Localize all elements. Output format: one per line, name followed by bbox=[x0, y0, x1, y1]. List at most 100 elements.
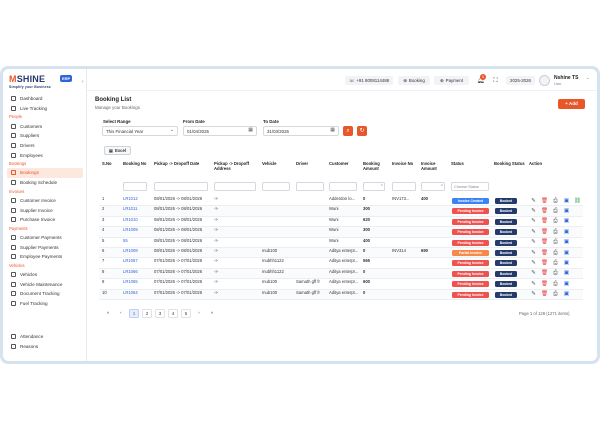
document-icon[interactable]: ▣ bbox=[563, 260, 570, 267]
column-filter-input[interactable] bbox=[296, 182, 324, 191]
sidebar-item-document-tracking[interactable]: Document Tracking bbox=[3, 289, 86, 299]
column-filter-input[interactable] bbox=[392, 182, 416, 191]
edit-icon[interactable]: ✎ bbox=[530, 218, 537, 225]
document-icon[interactable]: ▣ bbox=[563, 198, 570, 205]
edit-icon[interactable]: ✎ bbox=[530, 270, 537, 277]
print-icon[interactable]: ⎙ bbox=[552, 260, 559, 267]
sidebar-item-suppliers[interactable]: Suppliers bbox=[3, 131, 86, 141]
add-booking-button[interactable]: + Add bbox=[558, 99, 585, 109]
print-icon[interactable]: ⎙ bbox=[552, 198, 559, 205]
print-icon[interactable]: ⎙ bbox=[552, 270, 559, 277]
link-icon[interactable]: ⛓︎ bbox=[574, 198, 581, 205]
delete-icon[interactable]: 🗑︎ bbox=[541, 291, 548, 298]
brand-logo[interactable]: MSHINE ERP Simplify your Business bbox=[9, 74, 77, 90]
page-button-1[interactable]: 1 bbox=[129, 309, 139, 318]
to-date-input[interactable]: 31/03/2026 ▦ bbox=[263, 126, 339, 136]
delete-icon[interactable]: 🗑︎ bbox=[541, 281, 548, 288]
sidebar-item-live-tracking[interactable]: Live Tracking bbox=[3, 104, 86, 114]
edit-icon[interactable]: ✎ bbox=[530, 239, 537, 246]
prev-page-button[interactable]: ‹ bbox=[116, 309, 126, 318]
sidebar-item-reasons[interactable]: Reasons bbox=[3, 342, 86, 352]
page-button-3[interactable]: 3 bbox=[155, 309, 165, 318]
sidebar-item-vehicles[interactable]: Vehicles bbox=[3, 270, 86, 280]
column-filter-input[interactable] bbox=[123, 182, 147, 191]
user-menu-chevron-icon[interactable]: ⌄ bbox=[586, 75, 589, 80]
cell-booking-number[interactable]: LR1067 bbox=[123, 258, 151, 268]
print-icon[interactable]: ⎙ bbox=[552, 281, 559, 288]
cell-booking-number[interactable]: LR1012 bbox=[123, 196, 151, 206]
delete-icon[interactable]: 🗑︎ bbox=[541, 218, 548, 225]
sidebar-item-attendance[interactable]: Attendance bbox=[3, 332, 86, 342]
document-icon[interactable]: ▣ bbox=[563, 239, 570, 246]
last-page-button[interactable]: » bbox=[207, 309, 217, 318]
cell-booking-number[interactable]: LR1065 bbox=[123, 279, 151, 289]
column-filter-input[interactable] bbox=[214, 182, 256, 191]
edit-icon[interactable]: ✎ bbox=[530, 250, 537, 257]
search-button[interactable]: ⌕ bbox=[343, 126, 353, 136]
column-filter-input[interactable] bbox=[262, 182, 290, 191]
print-icon[interactable]: ⎙ bbox=[552, 239, 559, 246]
sidebar-item-customer-payments[interactable]: Customer Payments bbox=[3, 233, 86, 243]
delete-icon[interactable]: 🗑︎ bbox=[541, 229, 548, 236]
document-icon[interactable]: ▣ bbox=[563, 229, 570, 236]
column-filter-input[interactable] bbox=[329, 182, 357, 191]
delete-icon[interactable]: 🗑︎ bbox=[541, 198, 548, 205]
cell-booking-number[interactable]: LR1008 bbox=[123, 248, 151, 258]
user-avatar[interactable] bbox=[539, 75, 550, 86]
financial-year-button[interactable]: 2025-2026 bbox=[506, 76, 535, 85]
document-icon[interactable]: ▣ bbox=[563, 281, 570, 288]
document-icon[interactable]: ▣ bbox=[563, 270, 570, 277]
cell-booking-number[interactable]: LR1010 bbox=[123, 217, 151, 227]
user-name[interactable]: Nshine TS bbox=[554, 75, 578, 81]
cell-booking-number[interactable]: LR1009 bbox=[123, 227, 151, 237]
delete-icon[interactable]: 🗑︎ bbox=[541, 208, 548, 215]
column-filter-number[interactable]: ⇕ bbox=[421, 182, 445, 191]
page-button-2[interactable]: 2 bbox=[142, 309, 152, 318]
column-filter-input[interactable] bbox=[154, 182, 208, 191]
print-icon[interactable]: ⎙ bbox=[552, 229, 559, 236]
edit-icon[interactable]: ✎ bbox=[530, 198, 537, 205]
edit-icon[interactable]: ✎ bbox=[530, 229, 537, 236]
sidebar-item-bookings[interactable]: Bookings bbox=[7, 168, 83, 178]
status-filter-select[interactable]: Choose Status bbox=[451, 182, 489, 191]
sidebar-item-dashboard[interactable]: Dashboard bbox=[3, 94, 86, 104]
collapse-sidebar-icon[interactable]: ‹ bbox=[82, 79, 84, 85]
fullscreen-icon[interactable]: ⛶ bbox=[491, 76, 500, 85]
cell-booking-number[interactable]: LR1066 bbox=[123, 269, 151, 279]
from-date-input[interactable]: 01/04/2025 ▦ bbox=[183, 126, 257, 136]
sidebar-item-customer-invoice[interactable]: Customer Invoice bbox=[3, 196, 86, 206]
edit-icon[interactable]: ✎ bbox=[530, 260, 537, 267]
document-icon[interactable]: ▣ bbox=[563, 291, 570, 298]
sidebar-item-drivers[interactable]: Drivers bbox=[3, 141, 86, 151]
edit-icon[interactable]: ✎ bbox=[530, 281, 537, 288]
sidebar-item-fuel-tracking[interactable]: Fuel Tracking bbox=[3, 299, 86, 309]
print-icon[interactable]: ⎙ bbox=[552, 218, 559, 225]
range-select[interactable]: This Financial Year ⌄ bbox=[102, 126, 178, 136]
edit-icon[interactable]: ✎ bbox=[530, 208, 537, 215]
phone-button[interactable]: ☏ +91 8008114488 bbox=[345, 76, 393, 85]
cell-booking-number[interactable]: LR1011 bbox=[123, 206, 151, 216]
cell-booking-number[interactable]: LR1064 bbox=[123, 290, 151, 300]
payment-button[interactable]: ⊕ Payment bbox=[434, 76, 469, 85]
sidebar-item-purchase-invoice[interactable]: Purchase Invoice bbox=[3, 215, 86, 225]
delete-icon[interactable]: 🗑︎ bbox=[541, 260, 548, 267]
print-icon[interactable]: ⎙ bbox=[552, 291, 559, 298]
sidebar-item-vehicle-maintenance[interactable]: Vehicle Maintenance bbox=[3, 279, 86, 289]
page-button-4[interactable]: 4 bbox=[168, 309, 178, 318]
sidebar-item-booking-schedule[interactable]: Booking Schedule bbox=[3, 178, 86, 188]
sidebar-item-customers[interactable]: Customers bbox=[3, 121, 86, 131]
edit-icon[interactable]: ✎ bbox=[530, 291, 537, 298]
delete-icon[interactable]: 🗑︎ bbox=[541, 250, 548, 257]
next-page-button[interactable]: › bbox=[194, 309, 204, 318]
reset-button[interactable]: ↻ bbox=[357, 126, 367, 136]
document-icon[interactable]: ▣ bbox=[563, 208, 570, 215]
page-button-5[interactable]: 5 bbox=[181, 309, 191, 318]
sidebar-item-employees[interactable]: Employees bbox=[3, 150, 86, 160]
delete-icon[interactable]: 🗑︎ bbox=[541, 270, 548, 277]
export-excel-button[interactable]: ▤ Excel bbox=[104, 146, 131, 155]
sidebar-item-employee-payments[interactable]: Employee Payments bbox=[3, 252, 86, 262]
column-filter-number[interactable]: ⇕ bbox=[363, 182, 385, 191]
document-icon[interactable]: ▣ bbox=[563, 218, 570, 225]
sidebar-item-supplier-payments[interactable]: Supplier Payments bbox=[3, 242, 86, 252]
delete-icon[interactable]: 🗑︎ bbox=[541, 239, 548, 246]
